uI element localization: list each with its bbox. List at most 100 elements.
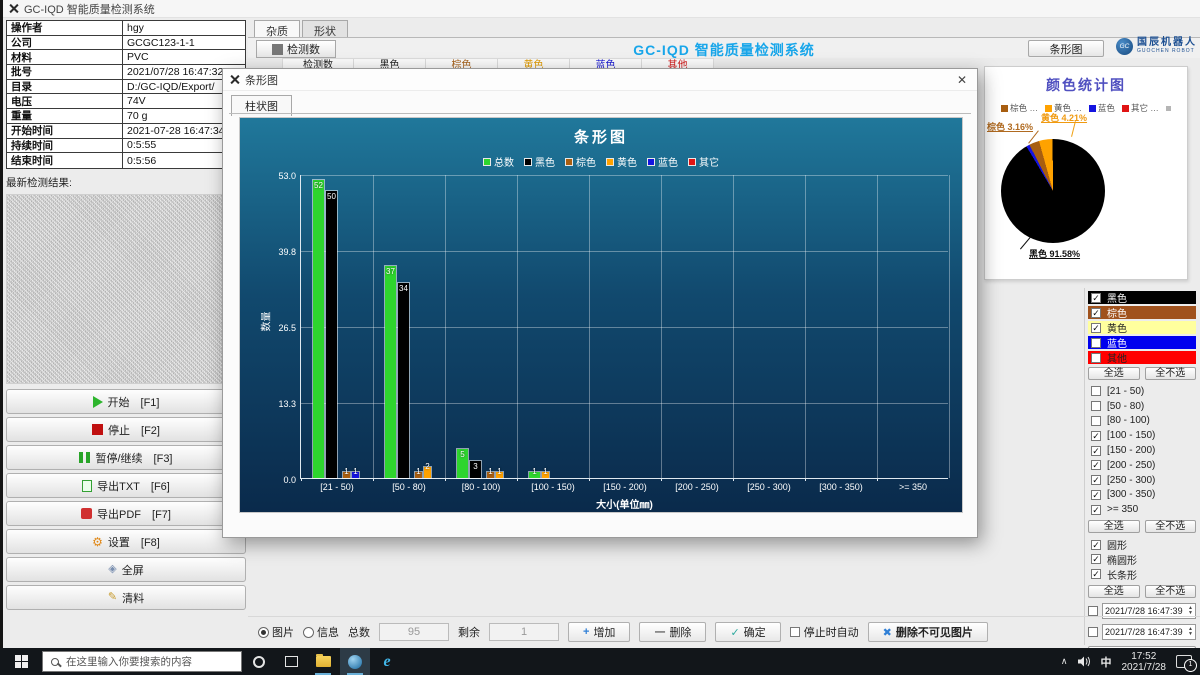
field-label: 持续时间	[7, 139, 123, 153]
shape-filter-row[interactable]: 长条形	[1088, 567, 1196, 582]
checkbox[interactable]	[1091, 353, 1101, 363]
radio-image-control[interactable]	[258, 627, 269, 638]
checkbox[interactable]	[1091, 386, 1101, 396]
taskbar-clock[interactable]: 17:52 2021/7/28	[1122, 651, 1167, 673]
notification-icon[interactable]	[1176, 655, 1192, 668]
size-filter-row[interactable]: [21 - 50)	[1088, 384, 1196, 399]
clock-date: 2021/7/28	[1122, 662, 1167, 673]
select-none-button[interactable]: 全不选	[1145, 520, 1197, 533]
settings-button[interactable]: ⚙设置 [F8]	[6, 529, 246, 554]
bar-总数: 52	[313, 180, 324, 478]
export-txt-button[interactable]: 导出TXT [F6]	[6, 473, 246, 498]
shape-filter-row[interactable]: 圆形	[1088, 537, 1196, 552]
delete-button[interactable]: 一 删除	[639, 622, 706, 642]
checkbox[interactable]	[1091, 431, 1101, 441]
field-label: 批号	[7, 65, 123, 79]
stop-button-label: 停止 [F2]	[108, 422, 160, 438]
size-filter-row[interactable]: >= 350	[1088, 502, 1196, 517]
add-button[interactable]: + 增加	[568, 622, 630, 642]
total-input[interactable]	[379, 623, 449, 641]
bar-黑色: 34	[398, 283, 409, 478]
checkbox[interactable]	[1091, 460, 1101, 470]
size-filter-label: [200 - 250)	[1107, 460, 1155, 471]
size-filter-row[interactable]: [80 - 100)	[1088, 414, 1196, 429]
x-icon: ✖	[883, 626, 892, 639]
table-row: 目录D:/GC-IQD/Export/	[7, 80, 245, 95]
start-button[interactable]	[0, 648, 42, 675]
checkbox[interactable]	[1088, 606, 1098, 616]
field-value: PVC	[123, 50, 149, 64]
remain-input[interactable]	[489, 623, 559, 641]
checkbox[interactable]	[1091, 446, 1101, 456]
close-icon[interactable]: ✕	[953, 73, 971, 87]
size-filter-row[interactable]: [100 - 150)	[1088, 428, 1196, 443]
select-none-button[interactable]: 全不选	[1145, 585, 1197, 598]
legend-label: 蓝色	[658, 154, 678, 169]
color-filter-黑色[interactable]: 黑色	[1088, 291, 1196, 304]
checkbox[interactable]	[1091, 416, 1101, 426]
chevron-up-icon[interactable]: ∧	[1061, 656, 1068, 667]
plus-icon: +	[583, 626, 589, 638]
shape-filter-row[interactable]: 椭圆形	[1088, 552, 1196, 567]
legend-label: 蓝色	[1098, 102, 1115, 114]
bar-chart-button[interactable]: 条形图	[1028, 40, 1104, 57]
bar-value-label: 52	[314, 181, 323, 190]
file-explorer-button[interactable]	[308, 648, 338, 675]
stop-button[interactable]: 停止 [F2]	[6, 417, 246, 442]
select-all-button[interactable]: 全选	[1088, 520, 1140, 533]
size-filter-row[interactable]: [250 - 300)	[1088, 473, 1196, 488]
bar-value-label: 1	[497, 467, 501, 476]
folder-icon	[316, 656, 331, 667]
field-label: 重量	[7, 109, 123, 123]
auto-stop-checkbox[interactable]: 停止时自动	[790, 624, 859, 640]
pause-resume-button[interactable]: 暂停/继续 [F3]	[6, 445, 246, 470]
color-filter-黄色[interactable]: 黄色	[1088, 321, 1196, 334]
size-filter-row[interactable]: [150 - 200)	[1088, 443, 1196, 458]
checkbox[interactable]	[1091, 338, 1101, 348]
action-buttons: 开始 [F1] 停止 [F2] 暂停/继续 [F3] 导出TXT [F6] 导出PDF …	[6, 389, 246, 610]
checkbox[interactable]	[1091, 490, 1101, 500]
checkbox[interactable]	[1091, 323, 1101, 333]
radio-info[interactable]: 信息	[303, 624, 339, 640]
delete-invisible-button[interactable]: ✖ 删除不可见图片	[868, 622, 988, 642]
cortana-button[interactable]	[244, 648, 274, 675]
ime-indicator[interactable]: 中	[1101, 654, 1112, 670]
size-filter-row[interactable]: [50 - 80)	[1088, 399, 1196, 414]
checkbox[interactable]	[1091, 554, 1101, 564]
spinner-icons[interactable]: ▲▼	[1188, 606, 1193, 615]
start-button[interactable]: 开始 [F1]	[6, 389, 246, 414]
size-filter-row[interactable]: [300 - 350)	[1088, 488, 1196, 503]
bar-chart: 条形图 总数黑色棕色黄色蓝色其它 数量 大小(单位㎜) 0.013.326.53…	[239, 117, 963, 513]
checkbox[interactable]	[1091, 505, 1101, 515]
checkbox[interactable]	[1091, 475, 1101, 485]
color-filter-棕色[interactable]: 棕色	[1088, 306, 1196, 319]
fullscreen-button[interactable]: ◈全屏	[6, 557, 246, 582]
internet-explorer-button[interactable]: e	[372, 648, 402, 675]
select-none-button[interactable]: 全不选	[1145, 367, 1197, 380]
auto-stop-checkbox-control[interactable]	[790, 627, 800, 637]
checkbox[interactable]	[1091, 308, 1101, 318]
task-view-button[interactable]	[276, 648, 306, 675]
checkbox[interactable]	[1091, 401, 1101, 411]
radio-image[interactable]: 图片	[258, 624, 294, 640]
color-filter-其他[interactable]: 其他	[1088, 351, 1196, 364]
select-all-button[interactable]: 全选	[1088, 585, 1140, 598]
taskbar-search-input[interactable]: 在这里输入你要搜索的内容	[42, 651, 242, 672]
checkbox[interactable]	[1091, 293, 1101, 303]
table-row: 开始时间2021-07-28 16:47:34	[7, 124, 245, 139]
spin-down-icon[interactable]: ▼	[1188, 611, 1193, 616]
radio-image-label: 图片	[272, 624, 294, 640]
export-pdf-button[interactable]: 导出PDF [F7]	[6, 501, 246, 526]
confirm-button[interactable]: ✓ 确定	[715, 622, 780, 642]
select-buttons: 全选全不选	[1088, 520, 1196, 533]
gc-iqd-app-button[interactable]	[340, 648, 370, 675]
color-filter-蓝色[interactable]: 蓝色	[1088, 336, 1196, 349]
x-category-label: [150 - 200)	[589, 482, 661, 492]
clear-material-button[interactable]: ✎清料	[6, 585, 246, 610]
checkbox[interactable]	[1091, 540, 1101, 550]
select-all-button[interactable]: 全选	[1088, 367, 1140, 380]
speaker-icon[interactable]	[1078, 656, 1091, 667]
radio-info-control[interactable]	[303, 627, 314, 638]
checkbox[interactable]	[1091, 569, 1101, 579]
size-filter-row[interactable]: [200 - 250)	[1088, 458, 1196, 473]
